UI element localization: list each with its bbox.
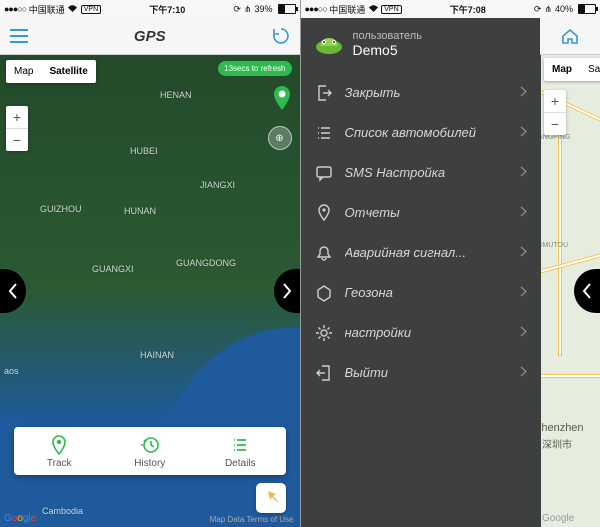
maptype-map[interactable]: Map (6, 60, 41, 83)
maptype-satellite[interactable]: Satellite (580, 58, 600, 81)
signal-dots: ●●●○○ (305, 4, 327, 14)
zoom-control: + − (544, 90, 566, 135)
drawer-item-alarm[interactable]: Аварийная сигнал... (301, 233, 541, 273)
close-icon (315, 84, 333, 102)
signal-dots: ●●●○○ (4, 4, 26, 14)
drawer-item-list[interactable]: Список автомобилей (301, 113, 541, 153)
battery-icon (278, 4, 296, 14)
zoom-out-button[interactable]: − (544, 112, 566, 135)
drawer-item-gear[interactable]: настройки (301, 313, 541, 353)
drawer-menu: Закрыть Список автомобилей SMS Настройка От… (301, 73, 541, 393)
menu-icon[interactable] (8, 25, 30, 47)
drawer-item-geo[interactable]: Геозона (301, 273, 541, 313)
compass-icon[interactable]: ⊕ (268, 126, 292, 150)
drawer-item-exit[interactable]: Выйти (301, 353, 541, 393)
panel-next-arrow[interactable] (274, 269, 300, 313)
alarm-icon (315, 244, 333, 262)
track-label: Track (47, 458, 72, 469)
screenshot-gps-map: ●●●○○ 中国联通 VPN 下午7:10 ⟳ ⋔ 39% GPS China … (0, 0, 301, 527)
drawer-item-label: Выйти (345, 365, 508, 380)
track-button[interactable]: Track (14, 427, 105, 475)
carrier-label: 中国联通 (29, 3, 65, 16)
refresh-badge: 13secs to refresh (218, 61, 291, 76)
zoom-control: + − (6, 106, 28, 151)
drawer-item-label: Закрыть (345, 85, 508, 100)
drawer-item-sms[interactable]: SMS Настройка (301, 153, 541, 193)
drawer-item-report[interactable]: Отчеты (301, 193, 541, 233)
status-bar: ●●●○○ 中国联通 VPN 下午7:08 ⟳ ⋔ 40% (301, 0, 600, 18)
screenshot-drawer: ●●●○○ 中国联通 VPN 下午7:08 ⟳ ⋔ 40% CHANGPING … (301, 0, 600, 527)
maptype-map[interactable]: Map (544, 58, 580, 81)
drawer-item-label: настройки (345, 325, 508, 340)
history-label: History (134, 458, 165, 469)
chevron-right-icon (520, 205, 527, 220)
loading-icon: ⟳ (534, 4, 542, 15)
zoom-in-button[interactable]: + (544, 90, 566, 112)
nav-bar: GPS (0, 18, 300, 55)
chevron-right-icon (520, 125, 527, 140)
bluetooth-icon: ⋔ (244, 4, 252, 15)
maptype-satellite[interactable]: Satellite (41, 60, 95, 83)
drawer-item-label: SMS Настройка (345, 165, 508, 180)
satellite-map[interactable]: China HENAN HUBEI JIANGXI GUIZHOU HUNAN … (0, 54, 300, 527)
home-icon[interactable] (559, 25, 581, 47)
battery-icon (578, 4, 596, 14)
report-icon (315, 204, 333, 222)
loading-icon: ⟳ (233, 4, 241, 15)
wifi-icon (67, 4, 78, 15)
list-icon (315, 124, 333, 142)
drawer-item-label: Аварийная сигнал... (345, 245, 508, 260)
status-bar: ●●●○○ 中国联通 VPN 下午7:10 ⟳ ⋔ 39% (0, 0, 300, 18)
side-drawer: пользователь Demo5 Закрыть Список автомоб… (301, 18, 541, 527)
chevron-right-icon (520, 165, 527, 180)
chevron-right-icon (520, 85, 527, 100)
map-type-toggle: Map Satellite (6, 60, 96, 83)
car-icon (315, 33, 343, 55)
chevron-right-icon (520, 285, 527, 300)
drawer-item-close[interactable]: Закрыть (301, 73, 541, 113)
page-title: GPS (30, 28, 270, 45)
battery-pct: 39% (254, 4, 272, 14)
drawer-item-label: Геозона (345, 285, 508, 300)
clock-label: 下午7:10 (101, 3, 233, 16)
vpn-badge: VPN (81, 5, 101, 14)
drawer-item-label: Отчеты (345, 205, 508, 220)
user-title: пользователь (353, 30, 422, 42)
map-attribution: Map Data Terms of Use (210, 515, 294, 524)
panel-prev-arrow[interactable] (0, 269, 26, 313)
vpn-badge: VPN (381, 5, 401, 14)
exit-icon (315, 364, 333, 382)
details-label: Details (225, 458, 256, 469)
chevron-right-icon (520, 365, 527, 380)
bottom-action-bar: Track History Details (14, 427, 286, 475)
zoom-out-button[interactable]: − (6, 128, 28, 151)
map-pin-icon[interactable] (273, 86, 291, 110)
geo-icon (315, 284, 333, 302)
map-type-toggle: Map Satellite (544, 58, 600, 81)
bluetooth-icon: ⋔ (544, 4, 552, 15)
sms-icon (315, 164, 333, 182)
drawer-header: пользователь Demo5 (301, 18, 541, 73)
google-logo: Google (4, 513, 36, 524)
user-name: Demo5 (353, 42, 422, 59)
wifi-icon (368, 4, 379, 15)
drawer-item-label: Список автомобилей (345, 125, 508, 140)
chevron-right-icon (520, 325, 527, 340)
google-logo: Google (542, 513, 574, 524)
pointer-button[interactable] (256, 483, 286, 513)
refresh-icon[interactable] (270, 25, 292, 47)
clock-label: 下午7:08 (402, 3, 534, 16)
battery-pct: 40% (555, 4, 573, 14)
zoom-in-button[interactable]: + (6, 106, 28, 128)
gear-icon (315, 324, 333, 342)
chevron-right-icon (520, 245, 527, 260)
history-button[interactable]: History (105, 427, 196, 475)
nav-bar-partial (540, 18, 600, 55)
details-button[interactable]: Details (195, 427, 286, 475)
map-peek[interactable]: CHANGPING ZHANGMUTOU Shenzhen 深圳市 Map Sa… (540, 54, 600, 527)
carrier-label: 中国联通 (329, 3, 365, 16)
